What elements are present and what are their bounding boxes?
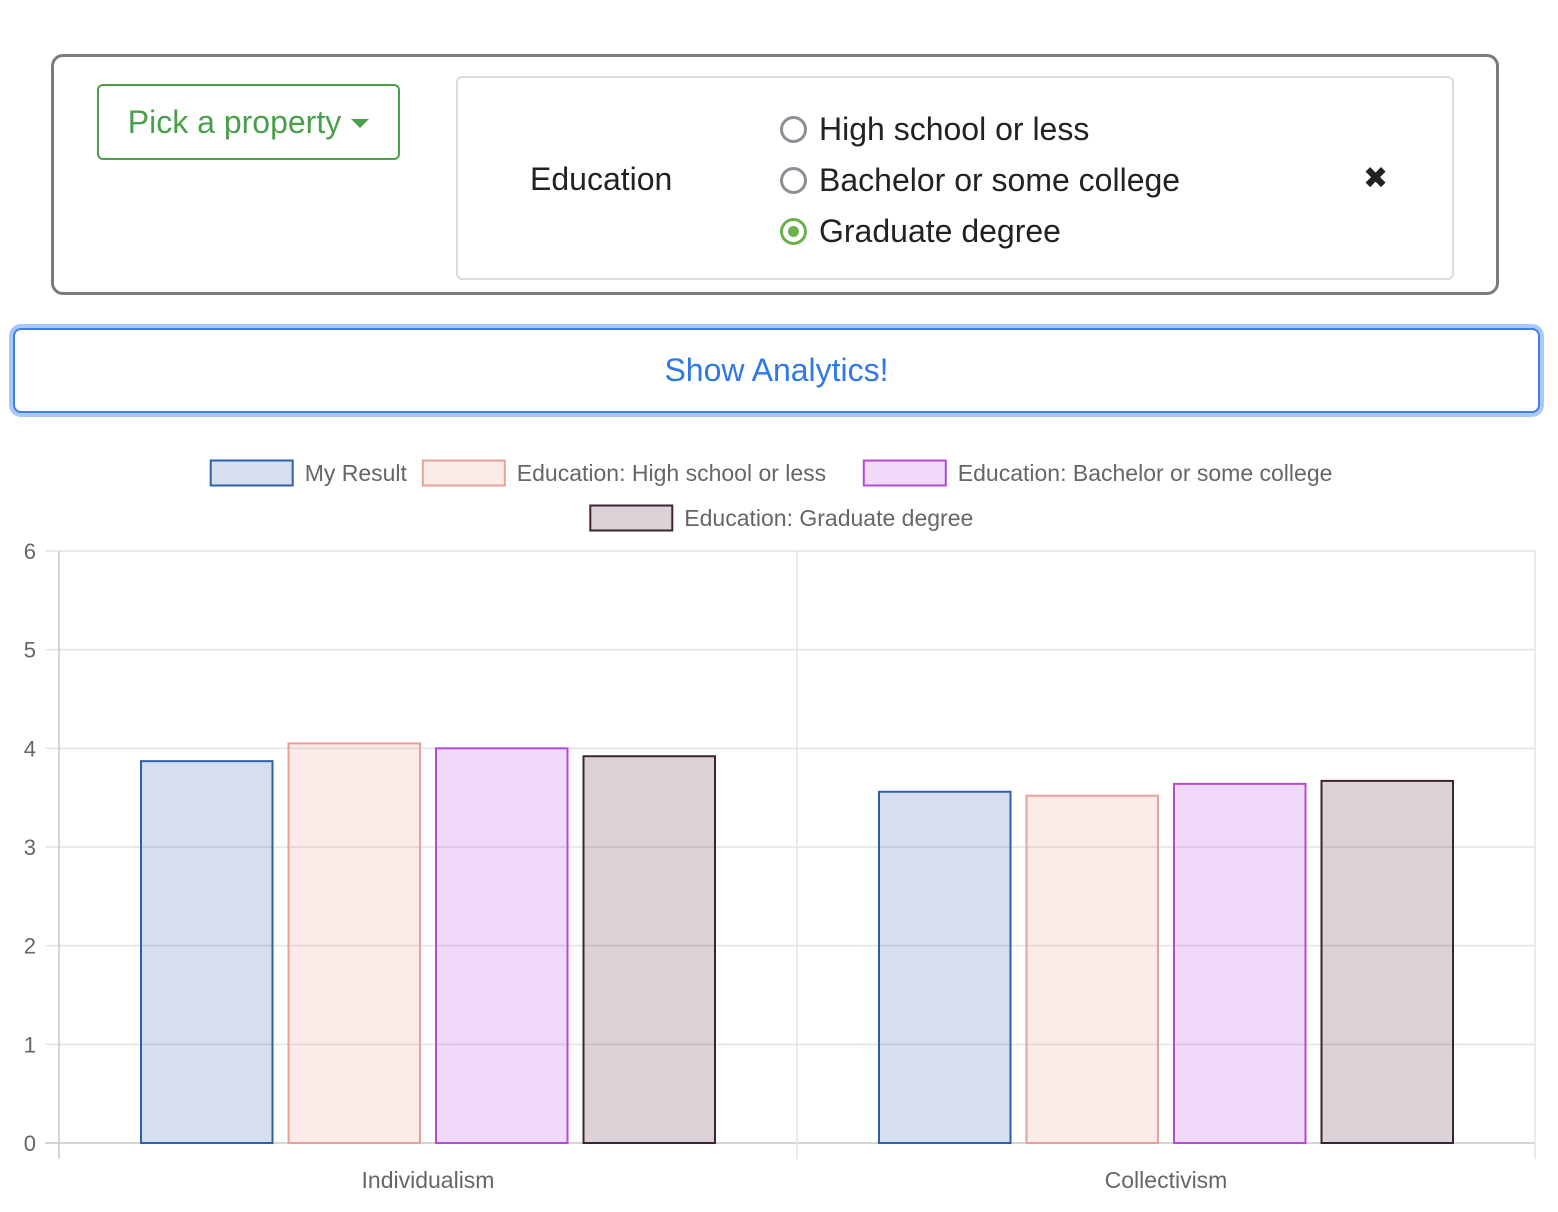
option-label: Graduate degree xyxy=(819,212,1061,249)
filter-panel: Pick a property Education High school or… xyxy=(51,54,1499,295)
bar-chart: My Result Education: High school or less E… xyxy=(24,459,1536,1193)
show-analytics-button[interactable]: Show Analytics! xyxy=(13,328,1540,413)
x-tick-label: Collectivism xyxy=(1105,1167,1228,1193)
y-tick-label: 1 xyxy=(24,1032,36,1057)
option-label: High school or less xyxy=(819,110,1090,147)
legend-label: Education: High school or less xyxy=(517,460,826,486)
bar xyxy=(1173,782,1307,1144)
remove-property-icon[interactable]: ✖ xyxy=(1363,160,1388,198)
option-bachelor[interactable]: Bachelor or some college xyxy=(780,160,1180,200)
legend-swatch xyxy=(862,459,947,487)
legend-label: My Result xyxy=(305,460,408,486)
bar xyxy=(287,742,421,1144)
legend-swatch xyxy=(421,459,506,487)
option-graduate[interactable]: Graduate degree xyxy=(780,211,1061,251)
bar xyxy=(435,747,569,1144)
bar xyxy=(878,790,1012,1144)
y-tick-label: 4 xyxy=(24,736,36,761)
bar xyxy=(1320,779,1454,1144)
y-tick-label: 6 xyxy=(24,539,36,564)
y-tick-label: 5 xyxy=(24,638,36,663)
legend-label: Education: Graduate degree xyxy=(684,505,973,531)
property-name: Education xyxy=(530,161,673,197)
bar xyxy=(1025,794,1159,1144)
pick-property-dropdown[interactable]: Pick a property xyxy=(97,84,400,160)
chart-legend: My Result Education: High school or less E… xyxy=(209,459,1333,532)
y-tick-label: 3 xyxy=(24,835,36,860)
radio-high-school[interactable] xyxy=(780,115,807,143)
y-tick-label: 0 xyxy=(24,1131,36,1156)
radio-graduate[interactable] xyxy=(780,217,807,245)
legend-swatch xyxy=(589,504,674,532)
caret-down-icon xyxy=(351,118,370,128)
option-high-school[interactable]: High school or less xyxy=(780,109,1089,149)
pick-property-label: Pick a property xyxy=(127,103,342,140)
bar xyxy=(140,760,274,1144)
legend-swatch xyxy=(209,459,294,487)
property-card: Education High school or less Bachelor o… xyxy=(456,76,1454,280)
legend-label: Education: Bachelor or some college xyxy=(958,460,1333,486)
radio-bachelor[interactable] xyxy=(780,166,807,194)
x-tick-label: Individualism xyxy=(362,1167,495,1193)
option-label: Bachelor or some college xyxy=(819,161,1181,198)
y-tick-label: 2 xyxy=(24,934,36,959)
bar xyxy=(582,755,716,1144)
